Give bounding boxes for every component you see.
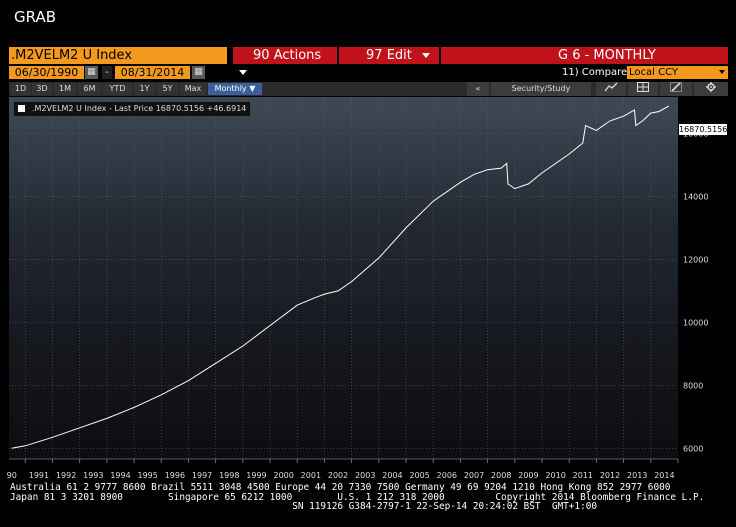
x-tick-label: 1997 xyxy=(192,471,212,480)
x-tick-label: 2006 xyxy=(437,471,457,480)
legend-swatch xyxy=(18,105,25,112)
x-tick-label: 2009 xyxy=(518,471,538,480)
x-tick-label: 2003 xyxy=(355,471,375,480)
footer-contacts: Australia 61 2 9777 8600 Brazil 5511 304… xyxy=(10,483,704,512)
y-tick-label: 6000 xyxy=(683,444,703,453)
x-tick-label: 2005 xyxy=(409,471,429,480)
y-tick-label: 8000 xyxy=(683,381,703,390)
line-chart: 6000800010000120001400016000901991199219… xyxy=(7,97,708,480)
x-tick-label: 2010 xyxy=(545,471,565,480)
footer-line-3: SN 119126 G384-2797-1 22-Sep-14 20:24:02… xyxy=(10,501,597,513)
x-tick-label: 2000 xyxy=(273,471,293,480)
x-tick-label: 2001 xyxy=(301,471,321,480)
x-tick-label: 2002 xyxy=(328,471,348,480)
x-tick-label: 1992 xyxy=(56,471,76,480)
y-tick-label: 10000 xyxy=(683,318,708,327)
x-tick-label: 1993 xyxy=(83,471,103,480)
chart-legend: .M2VELM2 U Index - Last Price 16870.5156… xyxy=(13,101,252,117)
x-tick-label: 2014 xyxy=(654,471,674,480)
y-tick-label: 14000 xyxy=(683,192,708,201)
y-tick-label: 12000 xyxy=(683,255,708,264)
x-tick-label: 2012 xyxy=(600,471,620,480)
legend-text: .M2VELM2 U Index - Last Price 16870.5156… xyxy=(32,104,247,113)
x-tick-label: 2007 xyxy=(464,471,484,480)
last-value-label: 16870.5156 xyxy=(679,124,728,135)
x-tick-label: 2013 xyxy=(627,471,647,480)
x-tick-label: 90 xyxy=(7,471,17,480)
x-tick-label: 1991 xyxy=(29,471,49,480)
x-tick-label: 1995 xyxy=(138,471,158,480)
x-tick-label: 1994 xyxy=(110,471,130,480)
x-tick-label: 1998 xyxy=(219,471,239,480)
x-tick-label: 1996 xyxy=(165,471,185,480)
x-tick-label: 2004 xyxy=(382,471,402,480)
x-tick-label: 1999 xyxy=(246,471,266,480)
x-tick-label: 2011 xyxy=(573,471,593,480)
series-line xyxy=(11,105,670,449)
x-tick-label: 2008 xyxy=(491,471,511,480)
